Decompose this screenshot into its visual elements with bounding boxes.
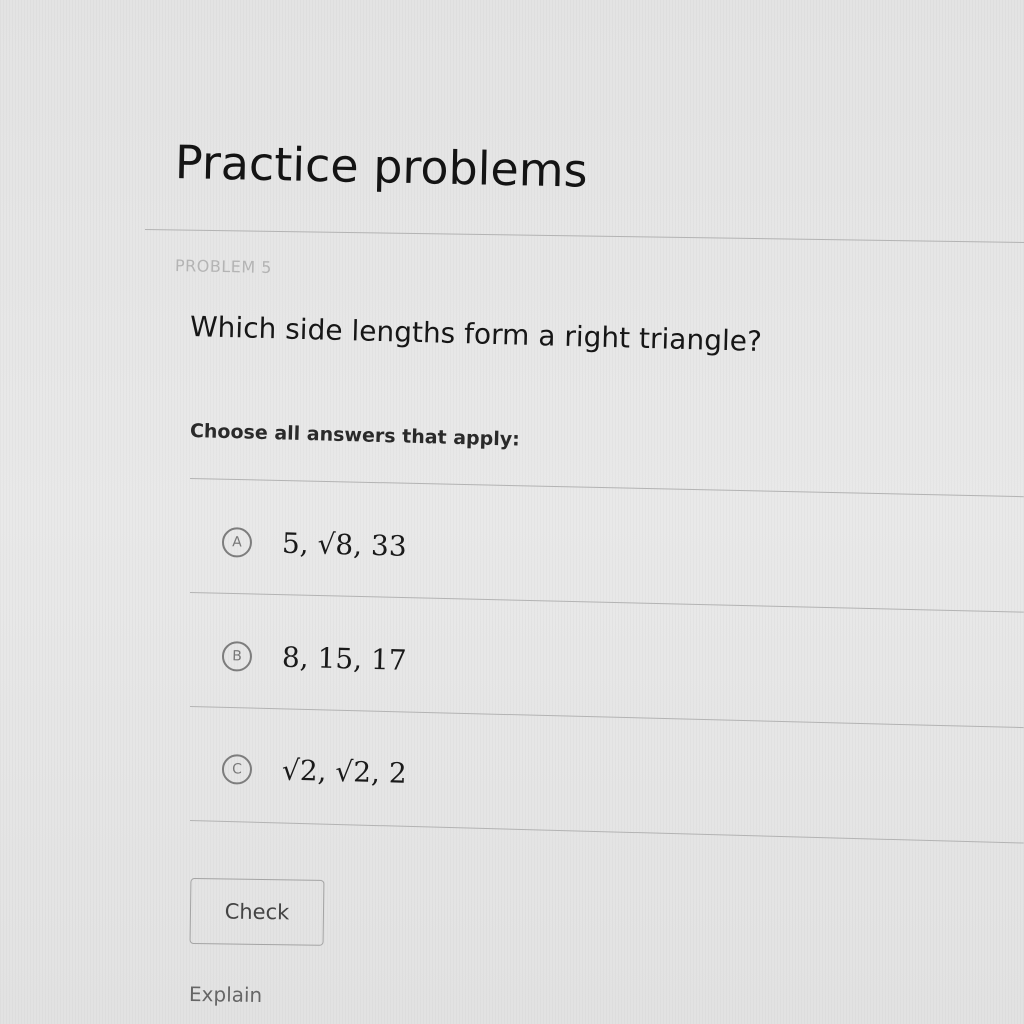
title-divider <box>144 229 1024 244</box>
check-button[interactable]: Check <box>189 878 325 946</box>
screen: Practice problems PROBLEM 5 Which side l… <box>0 0 1024 1024</box>
choice-b-marker: B <box>221 640 253 672</box>
choice-c-marker: C <box>221 753 253 785</box>
choices-divider-bottom <box>189 820 1024 844</box>
page-title: Practice problems <box>174 135 589 198</box>
choice-c[interactable]: C √2, √2, 2 <box>221 752 408 790</box>
choice-divider-1 <box>189 592 1024 613</box>
instructions-text: Choose all answers that apply: <box>189 420 521 451</box>
choice-c-text: √2, √2, 2 <box>281 753 408 790</box>
explain-link[interactable]: Explain <box>189 982 263 1007</box>
problem-number-label: PROBLEM 5 <box>174 256 273 278</box>
question-text: Which side lengths form a right triangle… <box>189 310 763 358</box>
choice-b-text: 8, 15, 17 <box>281 640 408 677</box>
choice-a[interactable]: A 5, √8, 33 <box>221 525 408 563</box>
choice-a-marker: A <box>221 526 253 558</box>
choice-divider-2 <box>189 706 1024 729</box>
choices-divider-top <box>189 478 1024 498</box>
choice-a-text: 5, √8, 33 <box>281 526 408 563</box>
choice-b[interactable]: B 8, 15, 17 <box>221 639 408 677</box>
